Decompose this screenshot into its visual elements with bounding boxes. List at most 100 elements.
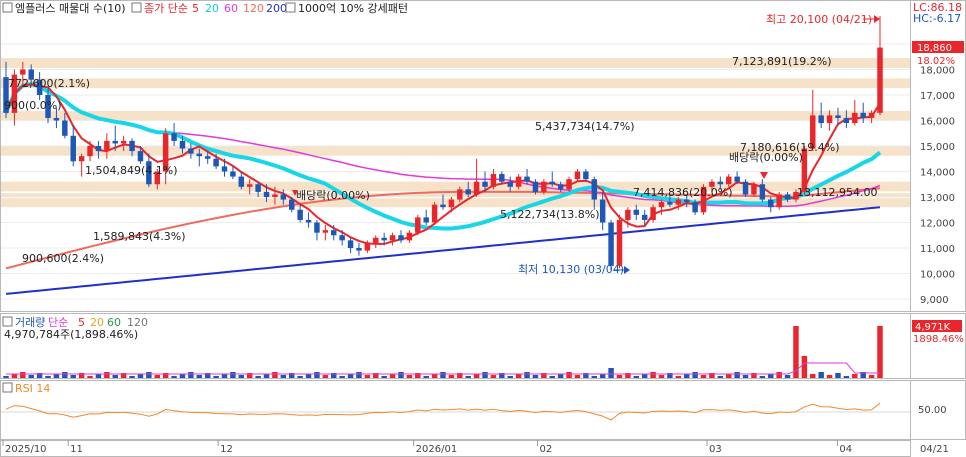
candle: [658, 202, 665, 208]
volume-bar: [263, 374, 270, 378]
volume-bar: [877, 326, 883, 378]
volume-bar: [641, 374, 648, 378]
legend-checkbox[interactable]: [131, 2, 142, 13]
volume-bar: [398, 372, 404, 378]
candle: [339, 235, 345, 241]
candle: [473, 181, 480, 195]
candle: [818, 115, 824, 124]
candle: [70, 135, 76, 162]
legend-checkbox[interactable]: [285, 2, 296, 13]
candle: [835, 115, 841, 118]
volume-profile-band: [1, 111, 910, 121]
price-tick: 15,000: [920, 142, 955, 153]
date-label: 2025/10: [5, 444, 47, 455]
vp-label: 900,600(2.4%): [22, 252, 104, 265]
volume-bar: [221, 374, 228, 378]
volume-bar: [725, 374, 732, 378]
chart-legend: 엠플러스 매물대 수(10) 종가 단순 5 20 60 120 200 100…: [2, 2, 408, 15]
candle: [364, 242, 371, 251]
volume-bar: [20, 372, 26, 378]
candle: [373, 237, 379, 243]
volume-bar: [322, 375, 329, 378]
candle: [868, 112, 875, 118]
price-tick: 9,000: [920, 295, 949, 306]
volume-bar: [62, 372, 68, 378]
candle: [692, 202, 698, 213]
candle: [532, 181, 539, 192]
candle: [515, 176, 522, 187]
volume-profile-band: [1, 181, 910, 192]
candle: [448, 199, 455, 208]
candle: [852, 112, 858, 124]
volume-bar: [549, 376, 555, 378]
volume-bar: [431, 374, 438, 378]
candle: [213, 158, 219, 167]
candle: [549, 181, 555, 185]
candle: [877, 47, 883, 113]
volume-bar: [818, 372, 824, 378]
candle: [667, 202, 673, 205]
volume-bar: [465, 376, 471, 378]
candle: [120, 140, 127, 144]
volume-current: 4,971K: [915, 322, 951, 333]
price-tick: 11,000: [920, 244, 955, 255]
legend-ma120: 120: [243, 2, 264, 15]
price-tick: 12,000: [920, 219, 955, 230]
volume-bar: [683, 374, 690, 378]
volume-bar: [364, 375, 371, 378]
candle: [137, 151, 144, 162]
volume-bar: [768, 374, 774, 378]
candle: [196, 153, 203, 157]
price-tick: 17,000: [920, 91, 955, 102]
candle: [759, 184, 766, 200]
chart-canvas[interactable]: 7,123,891(19.2%) 772,600(2.1%) 900(0.0%)…: [0, 0, 966, 457]
price-tick: 10,000: [920, 270, 955, 281]
volume-bar: [801, 356, 808, 378]
rsi-panel[interactable]: [0, 380, 911, 440]
volume-bar: [507, 376, 513, 378]
candle: [616, 219, 623, 266]
high-annotation: 최고 20,100 (04/21): [766, 13, 872, 26]
candle: [591, 179, 598, 200]
legend-checkbox[interactable]: [2, 2, 13, 13]
candle: [87, 146, 93, 157]
candle: [583, 171, 589, 180]
candle: [415, 217, 421, 233]
candle: [347, 240, 354, 248]
volume-bar: [784, 375, 791, 378]
candle: [230, 171, 236, 177]
candle: [104, 140, 110, 152]
vp-label: 13,112,954.00: [797, 186, 877, 199]
candle: [608, 222, 614, 266]
volume-bar: [154, 375, 161, 378]
candle: [499, 174, 505, 182]
candle: [482, 181, 488, 187]
candle: [356, 248, 362, 251]
volume-bar: [490, 375, 497, 378]
volume-bar: [776, 372, 782, 378]
candle: [751, 184, 757, 195]
volume-bar: [297, 376, 303, 378]
candle: [112, 140, 118, 144]
volume-bar: [171, 376, 177, 378]
volume-bar: [532, 375, 539, 378]
rsi-tick: 50.00: [918, 405, 947, 416]
vp-label: 772,600(2.1%): [8, 77, 90, 90]
volume-bar: [608, 368, 614, 378]
volume-bar: [557, 374, 564, 378]
legend-checkbox[interactable]: [2, 382, 13, 393]
candle: [179, 140, 186, 149]
candle: [188, 148, 194, 154]
volume-bar: [482, 372, 488, 378]
candle: [53, 117, 60, 121]
legend-checkbox[interactable]: [2, 316, 13, 327]
candle: [625, 209, 631, 220]
price-tick: 13,000: [920, 193, 955, 204]
volume-bar: [440, 372, 446, 378]
volume-bar: [347, 374, 354, 378]
candle: [860, 112, 866, 118]
date-label: 03: [709, 444, 722, 455]
candle: [204, 156, 211, 159]
candle: [457, 189, 463, 200]
legend-volume-profile: 1000억 10% 강세패턴: [298, 2, 408, 15]
